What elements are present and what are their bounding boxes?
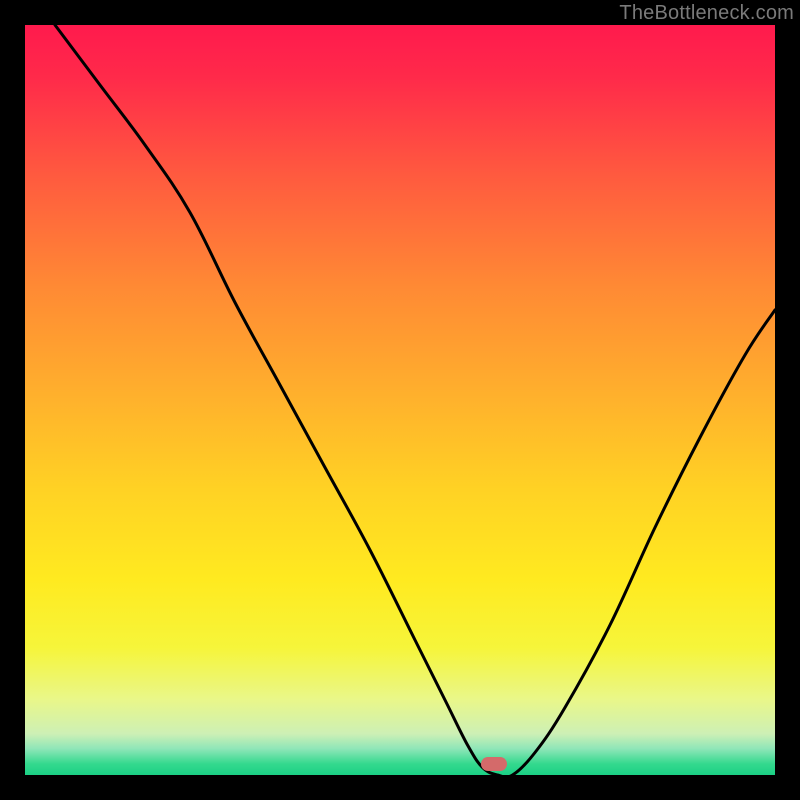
- watermark-text: TheBottleneck.com: [619, 2, 794, 25]
- curve-layer: [25, 25, 775, 775]
- bottleneck-curve: [55, 25, 775, 775]
- optimal-point-marker: [481, 757, 507, 771]
- plot-area: [25, 25, 775, 775]
- chart-frame: TheBottleneck.com: [0, 0, 800, 800]
